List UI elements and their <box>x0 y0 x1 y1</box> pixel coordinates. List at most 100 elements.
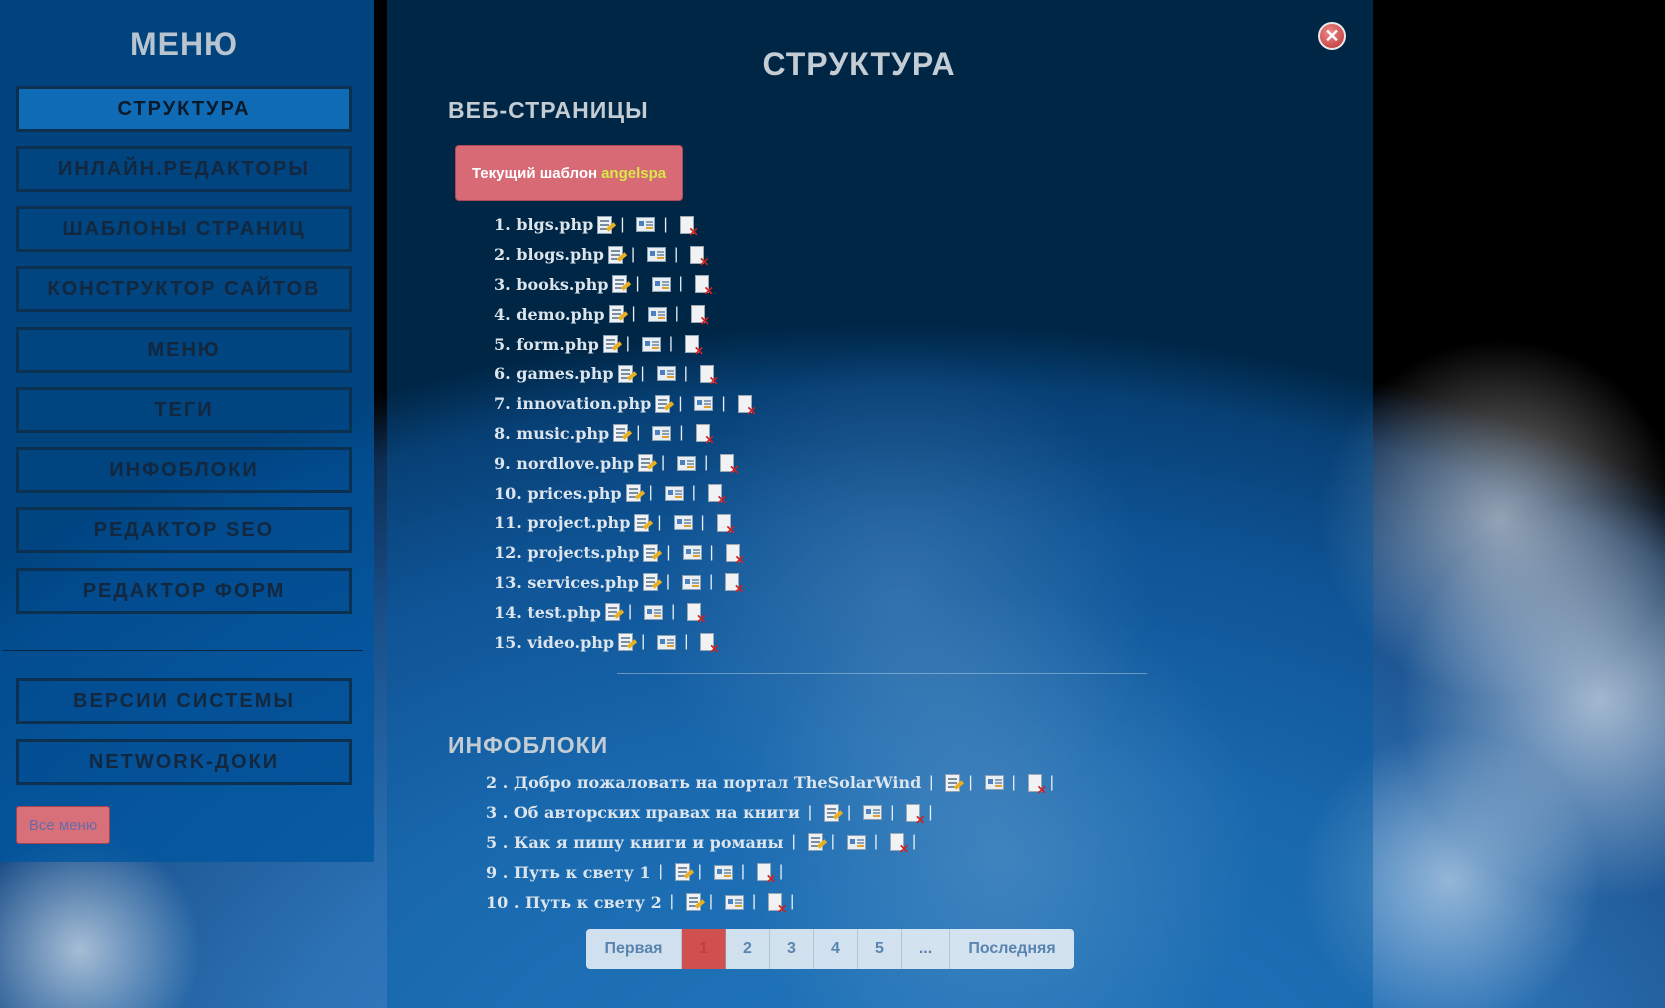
edit-page-icon[interactable] <box>608 305 624 324</box>
infoblock-link[interactable]: 3 . Об авторских правах на книги <box>486 803 800 822</box>
edit-page-icon[interactable] <box>625 484 641 503</box>
delete-infoblock-icon[interactable] <box>1027 773 1047 796</box>
infoblock-link[interactable]: 5 . Как я пишу книги и романы <box>486 833 784 852</box>
view-page-icon[interactable] <box>664 485 684 501</box>
edit-page-icon[interactable] <box>643 543 659 562</box>
infoblock-link[interactable]: 9 . Путь к свету 1 <box>486 863 651 882</box>
page-link[interactable]: 3. books.php <box>494 275 608 294</box>
delete-infoblock-icon[interactable] <box>768 893 787 915</box>
edit-page-icon[interactable] <box>607 245 623 264</box>
page-link[interactable]: 10. prices.php <box>494 484 622 503</box>
delete-page-icon[interactable] <box>690 305 710 327</box>
view-page-icon[interactable] <box>682 574 702 590</box>
all-menu-button[interactable]: Все меню <box>16 806 110 844</box>
pagination-ellipsis[interactable]: ... <box>902 929 950 969</box>
page-link[interactable]: 15. video.php <box>494 633 614 652</box>
delete-page-icon[interactable] <box>679 215 699 238</box>
edit-page-icon[interactable] <box>634 513 650 532</box>
delete-page-icon[interactable] <box>737 394 757 417</box>
view-infoblock-icon[interactable] <box>863 805 883 821</box>
sidebar-item-site-builder[interactable]: КОНСТРУКТОР САЙТОВ <box>16 266 352 312</box>
edit-page-icon[interactable] <box>612 275 628 294</box>
edit-page-icon[interactable] <box>617 364 633 383</box>
edit-infoblock-icon[interactable] <box>685 893 701 912</box>
edit-infoblock-icon[interactable] <box>674 863 690 882</box>
edit-page-icon[interactable] <box>618 633 634 652</box>
pagination-page[interactable]: 3 <box>770 929 814 969</box>
pagination-first[interactable]: Первая <box>586 929 682 969</box>
page-link[interactable]: 14. test.php <box>494 603 601 622</box>
delete-page-icon[interactable] <box>685 335 704 357</box>
delete-page-icon[interactable] <box>707 484 727 506</box>
delete-page-icon[interactable] <box>694 275 714 297</box>
sidebar-item-system-versions[interactable]: ВЕРСИИ СИСТЕМЫ <box>16 678 352 724</box>
view-infoblock-icon[interactable] <box>713 864 733 880</box>
view-page-icon[interactable] <box>636 217 656 233</box>
sidebar-item-page-templates[interactable]: ШАБЛОНЫ СТРАНИЦ <box>16 206 352 252</box>
view-page-icon[interactable] <box>647 306 667 322</box>
delete-page-icon[interactable] <box>695 424 715 446</box>
pagination-page-current[interactable]: 1 <box>682 929 726 969</box>
page-link[interactable]: 4. demo.php <box>494 305 605 324</box>
view-page-icon[interactable] <box>641 336 661 352</box>
delete-page-icon[interactable] <box>687 603 706 625</box>
edit-page-icon[interactable] <box>597 215 613 234</box>
delete-page-icon[interactable] <box>690 245 709 268</box>
delete-page-icon[interactable] <box>716 513 736 536</box>
page-link[interactable]: 5. form.php <box>494 335 599 354</box>
sidebar-item-tags[interactable]: ТЕГИ <box>16 387 352 433</box>
edit-infoblock-icon[interactable] <box>945 773 961 792</box>
view-page-icon[interactable] <box>673 515 693 531</box>
delete-infoblock-icon[interactable] <box>906 803 925 826</box>
page-link[interactable]: 8. music.php <box>494 424 609 443</box>
edit-page-icon[interactable] <box>655 394 671 413</box>
sidebar-item-infoblocks[interactable]: ИНФОБЛОКИ <box>16 447 352 493</box>
page-link[interactable]: 13. services.php <box>494 573 639 592</box>
view-infoblock-icon[interactable] <box>984 775 1004 791</box>
pagination-last[interactable]: Последняя <box>950 929 1074 969</box>
edit-page-icon[interactable] <box>642 573 658 592</box>
view-infoblock-icon[interactable] <box>725 894 745 910</box>
page-link[interactable]: 11. project.php <box>494 513 630 532</box>
edit-page-icon[interactable] <box>613 424 629 443</box>
page-link[interactable]: 1. blgs.php <box>494 215 593 234</box>
delete-infoblock-icon[interactable] <box>757 863 776 885</box>
delete-page-icon[interactable] <box>725 573 744 595</box>
sidebar-item-seo-editor[interactable]: РЕДАКТОР SEO <box>16 507 352 553</box>
view-page-icon[interactable] <box>644 604 664 620</box>
sidebar-item-structure[interactable]: СТРУКТУРА <box>16 86 352 132</box>
view-infoblock-icon[interactable] <box>846 834 866 850</box>
pagination-page[interactable]: 2 <box>726 929 770 969</box>
view-page-icon[interactable] <box>651 276 671 292</box>
page-link[interactable]: 7. innovation.php <box>494 394 651 413</box>
sidebar-item-network-docs[interactable]: NETWORK-ДОКИ <box>16 739 352 785</box>
sidebar-item-menu[interactable]: МЕНЮ <box>16 327 352 373</box>
view-page-icon[interactable] <box>677 455 697 471</box>
infoblock-link[interactable]: 10 . Путь к свету 2 <box>486 893 662 912</box>
sidebar-item-form-editor[interactable]: РЕДАКТОР ФОРМ <box>16 568 352 614</box>
edit-page-icon[interactable] <box>602 335 618 354</box>
delete-page-icon[interactable] <box>720 454 739 476</box>
page-link[interactable]: 12. projects.php <box>494 543 639 562</box>
page-link[interactable]: 9. nordlove.php <box>494 454 634 473</box>
edit-page-icon[interactable] <box>604 603 620 622</box>
edit-page-icon[interactable] <box>638 454 653 473</box>
delete-infoblock-icon[interactable] <box>890 833 909 855</box>
edit-infoblock-icon[interactable] <box>824 803 840 822</box>
delete-page-icon[interactable] <box>700 633 719 655</box>
view-page-icon[interactable] <box>647 247 667 263</box>
sidebar-item-inline-editors[interactable]: ИНЛАЙН.РЕДАКТОРЫ <box>16 146 352 192</box>
page-link[interactable]: 6. games.php <box>494 364 614 383</box>
view-page-icon[interactable] <box>656 366 676 382</box>
view-page-icon[interactable] <box>682 545 702 561</box>
current-template-button[interactable]: Текущий шаблон angelspa <box>455 145 683 201</box>
delete-page-icon[interactable] <box>725 543 745 566</box>
view-page-icon[interactable] <box>657 634 677 650</box>
infoblock-link[interactable]: 2 . Добро пожаловать на портал TheSolarW… <box>486 773 921 792</box>
view-page-icon[interactable] <box>652 425 672 441</box>
edit-infoblock-icon[interactable] <box>807 833 823 852</box>
page-link[interactable]: 2. blogs.php <box>494 245 604 264</box>
view-page-icon[interactable] <box>694 396 714 412</box>
pagination-page[interactable]: 5 <box>858 929 902 969</box>
delete-page-icon[interactable] <box>699 364 719 387</box>
